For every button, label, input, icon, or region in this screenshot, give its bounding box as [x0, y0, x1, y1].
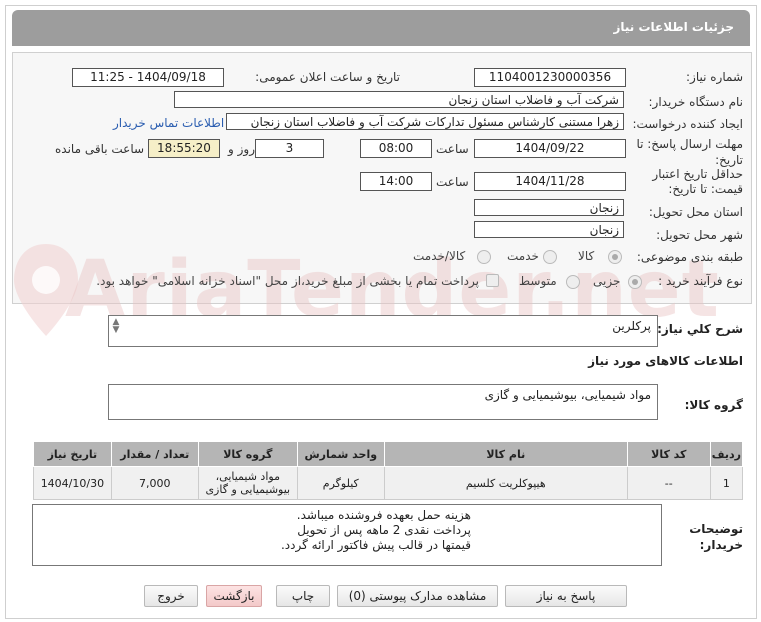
cell-need-date: 1404/10/30	[33, 466, 112, 500]
province-field: زنجان	[474, 199, 624, 216]
cell-item-name: هیپوکلریت کلسیم	[383, 466, 628, 500]
notes-label-line1: توضیحات	[689, 522, 743, 536]
category-radio-goods[interactable]	[608, 250, 622, 264]
th-unit: واحد شمارش	[296, 441, 385, 467]
deadline-label-line2: تاریخ:	[715, 153, 743, 167]
validity-label-line2: قیمت: تا تاریخ:	[668, 182, 743, 196]
process-option-medium: متوسط	[519, 274, 557, 288]
validity-time-field: 14:00	[360, 172, 432, 191]
notes-line-3: قیمتها در قالب پیش فاکتور ارائه گردد.	[280, 538, 471, 552]
exit-button[interactable]: خروج	[144, 585, 198, 607]
watermark-logo-icon	[14, 244, 78, 336]
category-option-goods: کالا	[578, 249, 595, 263]
print-button[interactable]: چاپ	[276, 585, 330, 607]
need-number-field: 1104001230000356	[474, 68, 626, 87]
deadline-time-field: 08:00	[360, 139, 432, 158]
category-radio-goods-service[interactable]	[477, 250, 491, 264]
province-label: استان محل تحویل:	[648, 205, 743, 219]
cell-item-group: مواد شیمیایی، بیوشیمیایی و گازی	[197, 466, 298, 500]
th-item-group: گروه کالا	[197, 441, 298, 467]
need-number-label: شماره نیاز:	[686, 70, 743, 84]
table-row[interactable]: 1 -- هیپوکلریت کلسیم کیلوگرم مواد شیمیای…	[33, 466, 744, 500]
items-table: ردیف کد کالا نام کالا واحد شمارش گروه کا…	[33, 441, 744, 500]
category-radio-service[interactable]	[543, 250, 557, 264]
page-title: جزئیات اطلاعات نیاز	[613, 20, 734, 34]
notes-line-2: پرداخت نقدی 2 ماهه پس از تحویل	[297, 523, 471, 537]
remaining-label: ساعت باقی مانده	[55, 142, 145, 156]
attachments-button[interactable]: مشاهده مدارک پیوستی (0)	[337, 585, 498, 607]
announce-field: 1404/09/18 - 11:25	[72, 68, 224, 87]
buyer-contact-link[interactable]: اطلاعات تماس خریدار	[113, 116, 224, 130]
treasury-note: پرداخت تمام یا بخشی از مبلغ خرید،از محل …	[96, 274, 479, 288]
validity-date-field: 1404/11/28	[474, 172, 626, 191]
city-label: شهر محل تحویل:	[656, 228, 743, 242]
cell-row-number: 1	[709, 466, 744, 500]
goods-group-textarea[interactable]: مواد شیمیایی، بیوشیمیایی و گازی	[108, 384, 658, 420]
process-radio-medium[interactable]	[566, 275, 580, 289]
validity-label-line1: حداقل تاریخ اعتبار	[652, 167, 743, 181]
city-field: زنجان	[474, 221, 624, 238]
days-field: 3	[255, 139, 324, 158]
summary-scroll-arrows-icon[interactable]: ▲ ▼	[111, 318, 121, 335]
creator-label: ایجاد کننده درخواست:	[632, 117, 743, 131]
notes-line-1: هزینه حمل بعهده فروشنده میباشد.	[296, 508, 471, 522]
notes-label-line2: خریدار:	[699, 538, 743, 552]
notes-textarea[interactable]: هزینه حمل بعهده فروشنده میباشد. پرداخت ن…	[32, 504, 662, 566]
th-quantity: تعداد / مقدار	[110, 441, 199, 467]
deadline-label-line1: مهلت ارسال پاسخ: تا	[636, 137, 743, 151]
cell-item-code: --	[626, 466, 711, 500]
deadline-date-field: 1404/09/22	[474, 139, 626, 158]
days-label: روز و	[228, 142, 255, 156]
goods-group-label: گروه کالا:	[684, 398, 743, 412]
table-header-row: ردیف کد کالا نام کالا واحد شمارش گروه کا…	[33, 441, 744, 467]
th-need-date: تاریخ نیاز	[33, 441, 112, 467]
buyer-org-field: شرکت آب و فاضلاب استان زنجان	[174, 91, 624, 108]
goods-section-title: اطلاعات کالاهای مورد نیاز	[588, 354, 743, 368]
summary-label: شرح کلي نياز:	[657, 322, 743, 336]
back-button[interactable]: بازگشت	[206, 585, 262, 607]
reply-button[interactable]: پاسخ به نیاز	[505, 585, 627, 607]
cell-unit: کیلوگرم	[296, 466, 385, 500]
process-label: نوع فرآیند خرید :	[658, 274, 743, 288]
creator-field: زهرا مستنی کارشناس مسئول تدارکات شرکت آب…	[226, 113, 624, 130]
th-item-code: کد کالا	[626, 441, 711, 467]
deadline-time-label: ساعت	[436, 142, 469, 156]
remaining-time-field: 18:55:20	[148, 139, 220, 158]
cell-quantity: 7,000	[110, 466, 199, 500]
title-bar: جزئیات اطلاعات نیاز	[12, 10, 750, 46]
th-item-name: نام کالا	[383, 441, 628, 467]
announce-label: تاریخ و ساعت اعلان عمومی:	[255, 70, 400, 84]
buyer-org-label: نام دستگاه خریدار:	[648, 95, 744, 109]
category-option-service: خدمت	[507, 249, 539, 263]
category-option-goods-service: کالا/خدمت	[413, 249, 466, 263]
process-option-minor: جزیی	[593, 274, 621, 288]
process-radio-minor[interactable]	[628, 275, 642, 289]
category-label: طبقه بندی موضوعی:	[636, 250, 743, 264]
th-row-number: ردیف	[709, 441, 744, 467]
treasury-checkbox[interactable]	[486, 274, 499, 287]
summary-textarea[interactable]: پرکلرین	[108, 315, 658, 347]
validity-time-label: ساعت	[436, 175, 469, 189]
